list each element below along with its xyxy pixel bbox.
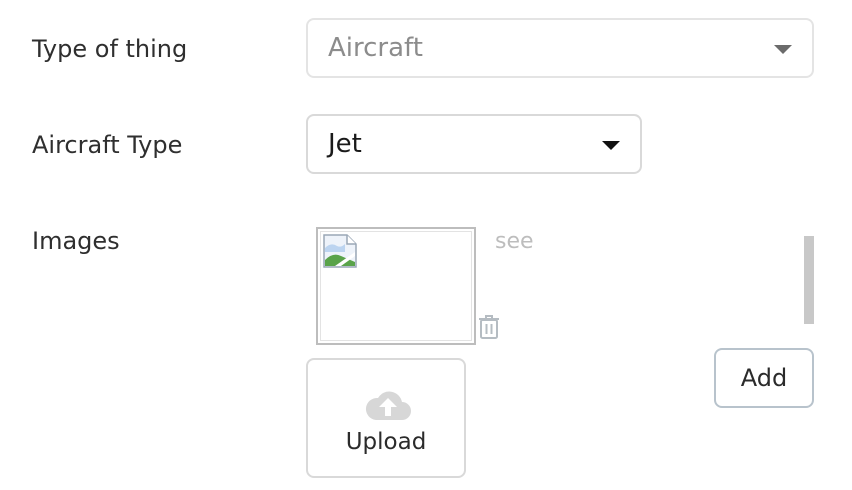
aircraft-type-label: Aircraft Type (32, 131, 183, 159)
type-of-thing-select[interactable]: Aircraft (306, 18, 814, 78)
trash-icon[interactable] (477, 314, 501, 340)
aircraft-type-value: Jet (328, 129, 362, 159)
images-label: Images (32, 227, 120, 255)
add-button[interactable]: Add (714, 348, 814, 408)
image-thumbnail[interactable] (316, 227, 476, 345)
aircraft-type-select[interactable]: Jet (306, 114, 642, 174)
chevron-down-icon (602, 141, 620, 150)
type-of-thing-label: Type of thing (32, 35, 188, 63)
broken-image-icon (323, 234, 357, 268)
upload-button[interactable]: Upload (306, 358, 466, 478)
type-of-thing-value: Aircraft (328, 33, 423, 63)
see-link[interactable]: see (495, 227, 534, 257)
chevron-down-icon (774, 45, 792, 54)
scrollbar-thumb[interactable] (804, 236, 814, 324)
cloud-upload-icon (365, 391, 411, 420)
upload-label: Upload (345, 429, 427, 455)
